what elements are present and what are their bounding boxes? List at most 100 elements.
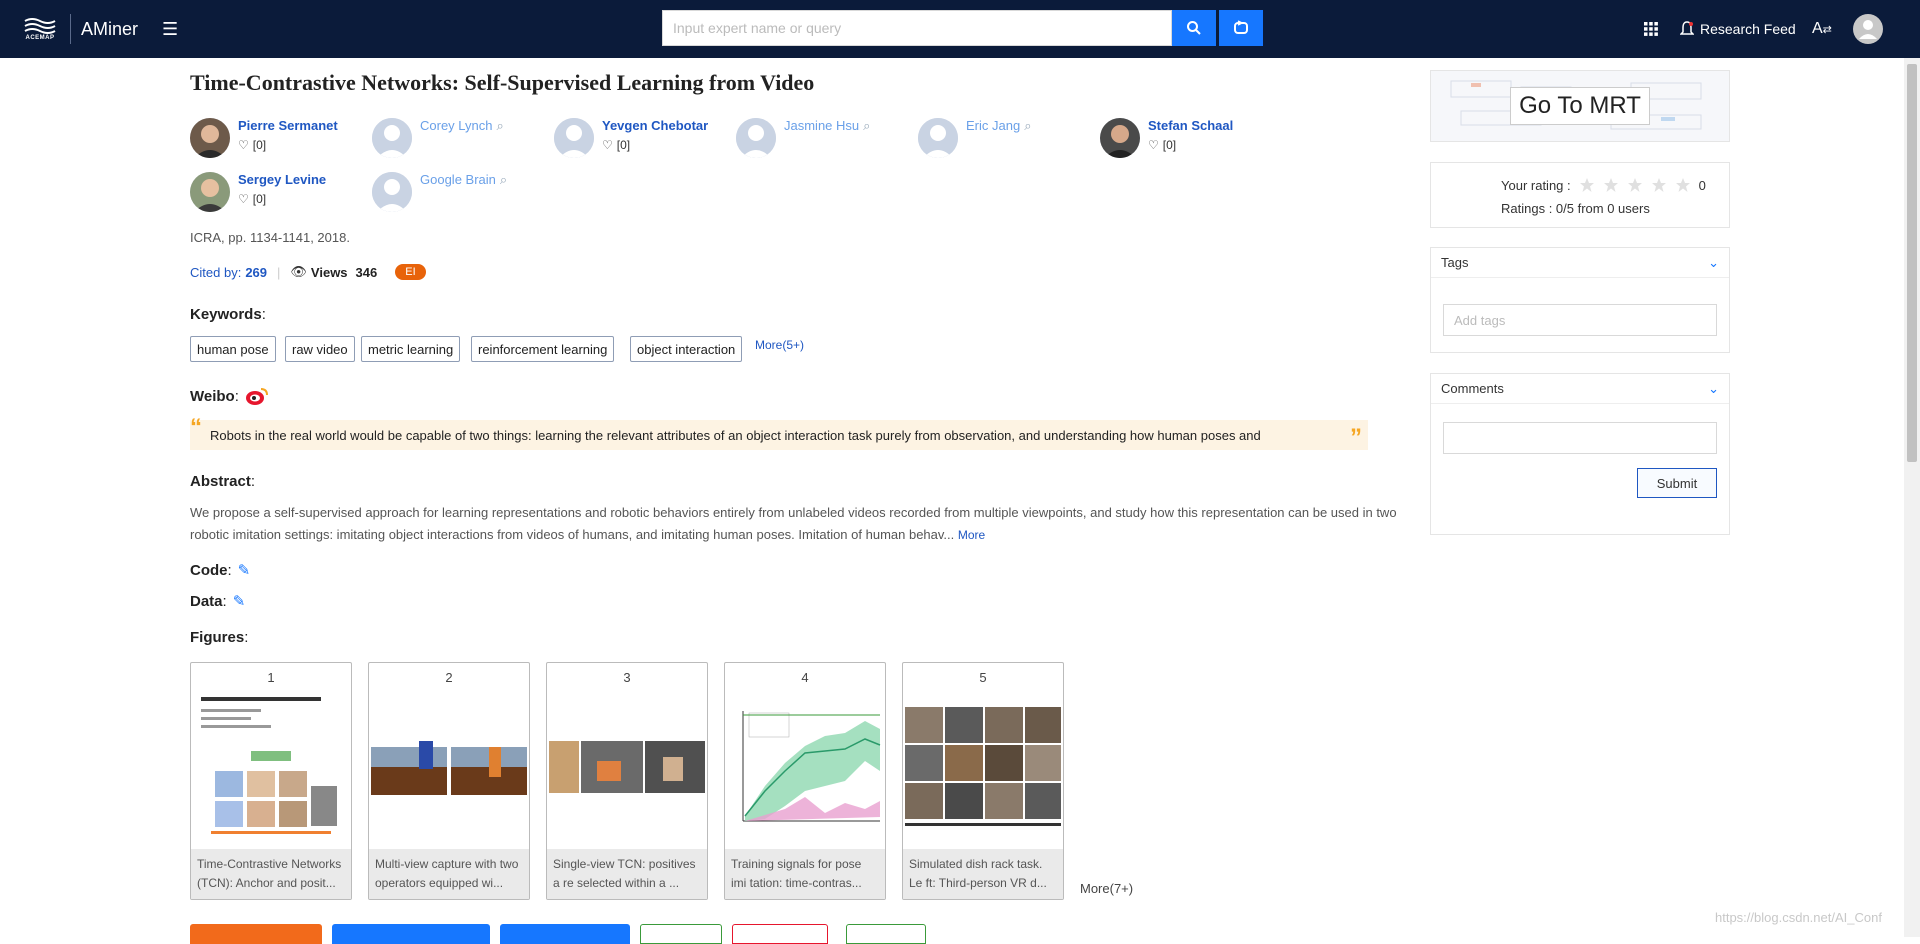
search-author-icon[interactable]: ⌕ [500,172,507,188]
author-card[interactable]: Jasmine Hsu ⌕ [736,118,870,158]
author-placeholder-avatar [736,118,776,158]
paper-title: Time-Contrastive Networks: Self-Supervis… [190,70,815,95]
figure-thumbnail [369,691,529,849]
keyword-tag[interactable]: metric learning [361,336,461,362]
search-author-icon[interactable]: ⌕ [863,118,870,134]
figure-card[interactable]: 4 Training signals for pose imi tation: … [724,662,886,900]
go-to-mrt-button[interactable]: Go To MRT [1510,87,1650,125]
stats-divider: | [277,264,281,280]
star-rating[interactable] [1579,177,1699,193]
other-links-button[interactable] [500,924,630,944]
cited-by-label[interactable]: Cited by: [190,265,241,280]
ei-badge: EI [395,264,426,280]
figure-caption: Single-view TCN: positives a re selected… [547,849,707,899]
top-navigation-bar: ACEMAP AMiner ☰ Input expert name or que… [0,0,1920,58]
view-publisher-button[interactable] [332,924,490,944]
figure-number: 1 [267,669,275,685]
rating-panel: Your rating : 0 Ratings : 0/5 from 0 use… [1430,162,1730,228]
tags-header[interactable]: Tags ⌄ [1431,248,1729,278]
search-input[interactable]: Input expert name or query [662,10,1172,46]
submit-comment-button[interactable]: Submit [1637,468,1717,498]
author-name[interactable]: Yevgen Chebotar [602,118,708,133]
keyword-tag[interactable]: raw video [285,336,355,362]
author-name[interactable]: Eric Jang [966,118,1020,134]
user-avatar[interactable] [1853,0,1883,58]
keyword-tag[interactable]: reinforcement learning [471,336,615,362]
swap-icon [1234,20,1248,34]
chevron-down-icon[interactable]: ⌄ [1708,381,1719,397]
acemap-logo-text: ACEMAP [25,35,55,41]
star-icon[interactable] [1651,177,1667,193]
mark-button[interactable] [846,924,926,944]
author-like[interactable]: ♡ [0] [602,138,708,152]
weibo-icon[interactable] [245,386,269,406]
author-name[interactable]: Pierre Sermanet [238,118,338,133]
scrollbar-thumb[interactable] [1907,64,1917,462]
keywords-more-link[interactable]: More(5+) [755,338,804,352]
comments-header[interactable]: Comments ⌄ [1431,374,1729,404]
author-name[interactable]: Sergey Levine [238,172,326,187]
author-card[interactable]: Eric Jang ⌕ [918,118,1031,158]
figure-card[interactable]: 5 Simulated dish rack task. Le ft: Third… [902,662,1064,900]
paper-venue: ICRA, pp. 1134-1141, 2018. [190,230,350,245]
author-name[interactable]: Corey Lynch [420,118,493,134]
author-photo [190,172,230,212]
hamburger-menu-icon[interactable]: ☰ [162,19,178,40]
logo-area[interactable]: ACEMAP AMiner ☰ [20,13,178,45]
apps-grid-icon[interactable] [1643,0,1659,58]
author-card[interactable]: Yevgen Chebotar ♡ [0] [554,118,708,158]
acemap-logo[interactable]: ACEMAP [20,13,60,45]
add-tags-input[interactable]: Add tags [1443,304,1717,336]
paper-stats: Cited by: 269 | 👁 Views 346 EI [190,264,426,280]
star-icon[interactable] [1579,177,1595,193]
cited-by-count[interactable]: 269 [245,265,267,280]
author-card[interactable]: Sergey Levine ♡ [0] [190,172,326,212]
author-name[interactable]: Stefan Schaal [1148,118,1233,133]
author-like[interactable]: ♡ [0] [238,138,338,152]
figure-card[interactable]: 2 Multi-view capture with two operators … [368,662,530,900]
watermark-text: https://blog.csdn.net/AI_Conf [1715,910,1882,925]
author-card[interactable]: Corey Lynch ⌕ [372,118,504,158]
research-feed-link[interactable]: Research Feed [1680,0,1796,58]
author-name[interactable]: Jasmine Hsu [784,118,859,134]
star-icon[interactable] [1627,177,1643,193]
search-button[interactable] [1172,10,1216,46]
keyword-tag[interactable]: object interaction [630,336,743,362]
switch-search-button[interactable] [1219,10,1263,46]
page-scrollbar[interactable] [1904,58,1920,937]
figure-thumbnail [903,691,1063,849]
grid-icon [1644,22,1658,36]
author-like[interactable]: ♡ [0] [1148,138,1233,152]
logo-divider [70,14,71,44]
figures-more-link[interactable]: More(7+) [1080,881,1133,896]
close-quote-icon: ” [1350,424,1362,451]
search-author-icon[interactable]: ⌕ [1024,118,1031,134]
wave-logo-icon [24,18,56,34]
star-icon[interactable] [1603,177,1619,193]
edit-data-icon[interactable]: ✎ [233,592,246,610]
open-quote-icon: “ [190,414,202,441]
figure-card[interactable]: 3 Single-view TCN: positives a re select… [546,662,708,900]
user-icon [1853,14,1883,44]
figure-caption: Training signals for pose imi tation: ti… [725,849,885,899]
bibtex-button[interactable] [640,924,722,944]
edit-code-icon[interactable]: ✎ [238,561,251,579]
star-icon[interactable] [1675,177,1691,193]
chevron-down-icon[interactable]: ⌄ [1708,255,1719,271]
language-switch-icon[interactable]: A ⇄ [1812,0,1832,58]
figure-card[interactable]: 1 Time-Contrastive Networks (TCN): Ancho… [190,662,352,900]
eye-icon: 👁 [290,264,307,279]
weibo-share-button[interactable] [732,924,828,944]
author-like[interactable]: ♡ [0] [238,192,326,206]
aminer-logo[interactable]: AMiner [81,19,138,40]
comment-input[interactable] [1443,422,1717,454]
author-card[interactable]: Stefan Schaal ♡ [0] [1100,118,1233,158]
author-card[interactable]: Pierre Sermanet ♡ [0] [190,118,338,158]
author-card[interactable]: Google Brain ⌕ [372,172,507,212]
full-text-button[interactable] [190,924,322,944]
keyword-tag[interactable]: human pose [190,336,276,362]
author-name[interactable]: Google Brain [420,172,496,188]
abstract-more-link[interactable]: More [958,528,985,542]
views-label: Views [310,264,348,280]
search-author-icon[interactable]: ⌕ [497,118,504,134]
